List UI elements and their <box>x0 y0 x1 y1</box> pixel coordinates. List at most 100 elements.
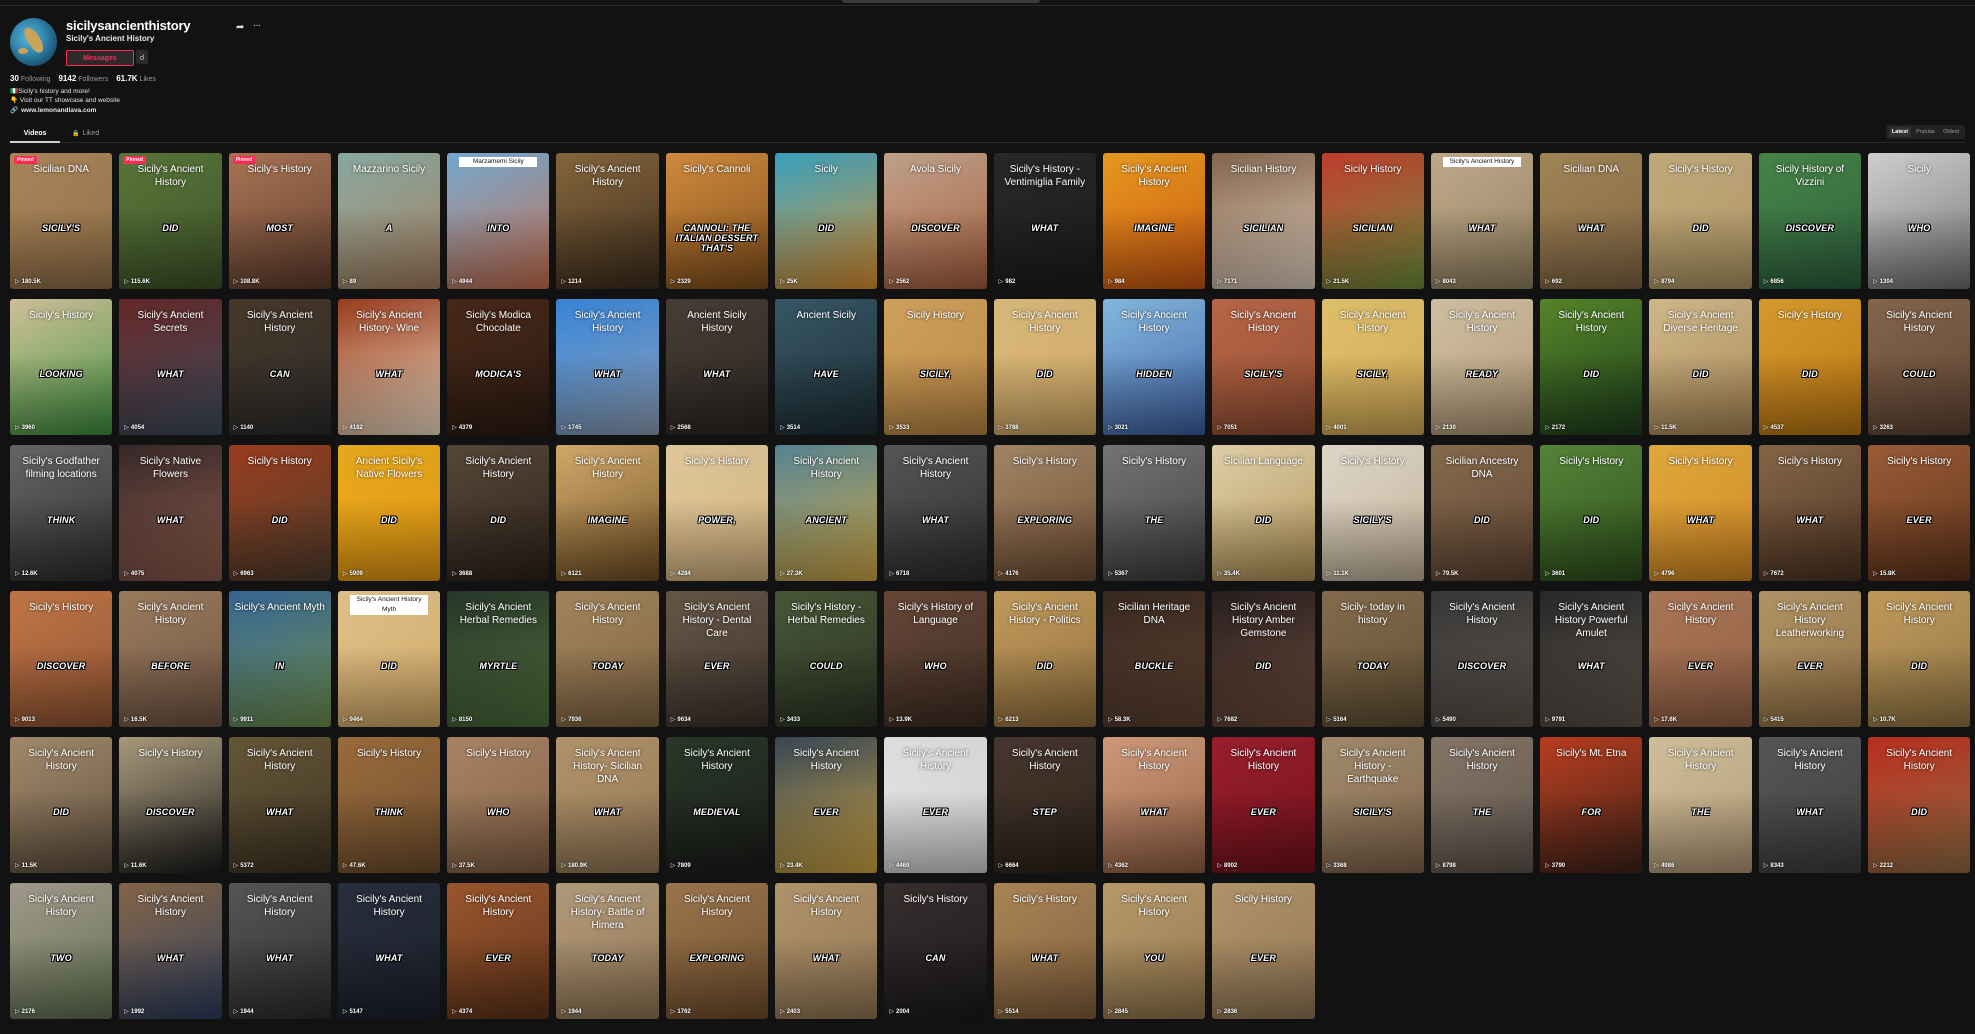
video-tile[interactable]: Ancient Sicily's Native Flowers DID ▷ 5909 <box>337 445 441 581</box>
video-tile[interactable]: Ancient Sicily History WHAT ▷ 2568 <box>665 299 769 435</box>
video-tile[interactable]: Sicily's Cannoli CANNOLI: THE ITALIAN DES… <box>665 153 769 289</box>
sort-latest[interactable]: Latest <box>1888 127 1912 137</box>
video-tile[interactable]: Sicily's History WHAT ▷ 4796 <box>1649 445 1752 581</box>
video-tile[interactable]: Sicily's Ancient History EVER ▷ 17.6K <box>1649 591 1752 727</box>
video-tile[interactable]: Sicily's Ancient History - Earthquake SIC… <box>1321 737 1424 873</box>
video-tile[interactable]: Sicily's Ancient History DID ▷ 3688 <box>447 445 550 581</box>
messages-button[interactable]: Messages <box>66 50 134 66</box>
video-tile[interactable]: Sicily's Ancient History BEFORE ▷ 16.5K <box>119 591 222 727</box>
video-tile[interactable]: Sicily's History DISCOVER ▷ 9013 <box>10 591 113 727</box>
suggested-accounts-button[interactable]: ☌ <box>136 50 148 64</box>
stat-following[interactable]: 30 Following <box>10 74 50 83</box>
video-tile[interactable]: Sicily's Ancient History EVER ▷ 4469 <box>884 737 987 873</box>
video-tile[interactable]: Sicily's Ancient History MEDIEVAL ▷ 7809 <box>665 737 769 873</box>
video-tile[interactable]: Sicily's Ancient History- Sicilian DNA WH… <box>556 737 659 873</box>
video-tile[interactable]: Pinned Sicily's Ancient History DID ▷ 115.6K <box>119 153 222 289</box>
video-tile[interactable]: Mazzarino Sicily A ▷ 89 <box>337 153 441 289</box>
video-tile[interactable]: Sicily's Ancient History DID ▷ 3788 <box>993 299 1096 435</box>
video-tile[interactable]: Sicily's Ancient History- Wine WHAT ▷ 4182 <box>337 299 441 435</box>
profile-avatar[interactable] <box>10 18 57 66</box>
video-tile[interactable]: Sicily's History DID ▷ 8794 <box>1649 153 1752 289</box>
video-tile[interactable]: Sicilian Language DID ▷ 35.4K <box>1212 445 1315 581</box>
video-tile[interactable]: Sicily's Ancient History Powerful Amulet… <box>1540 591 1643 727</box>
video-tile[interactable]: Sicily's Ancient History SICILY'S ▷ 7051 <box>1212 299 1315 435</box>
video-tile[interactable]: Sicily's History SICILY'S ▷ 11.1K <box>1321 445 1424 581</box>
video-tile[interactable]: Sicily's Ancient History Myth DID ▷ 9464 <box>337 591 441 727</box>
video-tile[interactable]: Sicily History SICILIAN ▷ 21.5K <box>1321 153 1424 289</box>
video-tile[interactable]: Sicily's Ancient History WHAT ▷ 5372 <box>228 737 331 873</box>
video-tile[interactable]: Sicily's Ancient Secrets WHAT ▷ 4054 <box>119 299 222 435</box>
video-tile[interactable]: Sicily's Ancient History SICILY, ▷ 4001 <box>1321 299 1424 435</box>
video-tile[interactable]: Sicily's History POWER, ▷ 4284 <box>665 445 769 581</box>
video-tile[interactable]: Sicily's Ancient History WHAT ▷ 1745 <box>556 299 659 435</box>
video-tile[interactable]: Sicilian DNA WHAT ▷ 692 <box>1540 153 1643 289</box>
video-tile[interactable]: Sicily's Ancient History Leatherworking E… <box>1758 591 1862 727</box>
video-tile[interactable]: Sicily's Ancient History YOU ▷ 2845 <box>1102 883 1206 1019</box>
video-tile[interactable]: Sicily's History THE ▷ 5367 <box>1102 445 1206 581</box>
video-tile[interactable]: Sicily's History LOOKING ▷ 3960 <box>10 299 113 435</box>
video-tile[interactable]: Sicily's Ancient History WHAT ▷ 6718 <box>884 445 987 581</box>
video-tile[interactable]: Sicily's Ancient History DISCOVER ▷ 5490 <box>1430 591 1534 727</box>
video-tile[interactable]: Sicily's Godfather filming locations THIN… <box>10 445 113 581</box>
video-tile[interactable]: Sicily's Ancient History IMAGINE ▷ 984 <box>1102 153 1206 289</box>
video-tile[interactable]: Sicily's Ancient History- Battle of Hime… <box>556 883 659 1019</box>
stat-followers[interactable]: 9142 Followers <box>58 74 108 83</box>
video-tile[interactable]: Sicily's Ancient History WHAT ▷ 4362 <box>1102 737 1206 873</box>
video-tile[interactable]: Sicily's Ancient Herbal Remedies MYRTLE ▷ 8… <box>447 591 550 727</box>
video-tile[interactable]: Sicily's History DID ▷ 6963 <box>228 445 331 581</box>
video-tile[interactable]: Sicilian Heritage DNA BUCKLE ▷ 58.3K <box>1102 591 1206 727</box>
video-tile[interactable]: Ancient Sicily HAVE ▷ 3514 <box>775 299 878 435</box>
video-tile[interactable]: Sicily's History WHAT ▷ 7672 <box>1758 445 1862 581</box>
video-tile[interactable]: Sicily DID ▷ 25K <box>775 153 878 289</box>
video-tile[interactable]: Sicily's Native Flowers WHAT ▷ 4075 <box>119 445 222 581</box>
share-icon[interactable]: ➦ <box>236 22 244 33</box>
video-tile[interactable]: Sicily's Ancient History Amber Gemstone D… <box>1212 591 1315 727</box>
video-tile[interactable]: Sicily's Ancient History WHAT ▷ 2403 <box>775 883 878 1019</box>
video-tile[interactable]: Sicily's Ancient History EVER ▷ 8902 <box>1212 737 1315 873</box>
video-tile[interactable]: Sicily's History EXPLORING ▷ 4176 <box>993 445 1096 581</box>
video-tile[interactable]: Sicily's History of Language WHO ▷ 13.9K <box>884 591 987 727</box>
video-tile[interactable]: Pinned Sicily's History MOST ▷ 108.8K <box>228 153 331 289</box>
video-tile[interactable]: Sicily- today in history TODAY ▷ 5164 <box>1321 591 1424 727</box>
video-tile[interactable]: Sicily's History WHAT ▷ 5514 <box>993 883 1096 1019</box>
tab-liked[interactable]: 🔒 Liked <box>72 126 99 141</box>
video-tile[interactable]: Sicily's Ancient History TODAY ▷ 7936 <box>556 591 659 727</box>
video-tile[interactable]: Sicilian History SICILIAN ▷ 7171 <box>1212 153 1315 289</box>
video-tile[interactable]: Sicily's Ancient History WHAT ▷ 8043 <box>1430 153 1534 289</box>
video-tile[interactable]: Sicily's Ancient History TWO ▷ 2176 <box>10 883 113 1019</box>
video-tile[interactable]: Sicily's Ancient History STEP ▷ 6664 <box>993 737 1096 873</box>
video-tile[interactable]: Sicily's Ancient History DID ▷ 10.7K <box>1868 591 1971 727</box>
video-tile[interactable]: Sicily's Ancient History THE ▷ 8798 <box>1430 737 1534 873</box>
video-tile[interactable]: Sicily WHO ▷ 1304 <box>1868 153 1971 289</box>
video-tile[interactable]: Sicily's History CAN ▷ 2004 <box>884 883 987 1019</box>
video-tile[interactable]: Sicily's Ancient History READY ▷ 2130 <box>1430 299 1534 435</box>
video-tile[interactable]: Sicily's Ancient History DID ▷ 2172 <box>1540 299 1643 435</box>
video-tile[interactable]: Sicily's History - Ventimiglia Family WHA… <box>993 153 1096 289</box>
video-tile[interactable]: Sicily's Ancient History DID ▷ 2212 <box>1868 737 1971 873</box>
video-tile[interactable]: Sicily's History - Herbal Remedies COULD ▷… <box>775 591 878 727</box>
profile-link[interactable]: 🔗 www.lemonandlava.com <box>10 106 96 114</box>
video-tile[interactable]: Sicily's Ancient History WHAT ▷ 5147 <box>337 883 441 1019</box>
sort-popular[interactable]: Popular <box>1913 127 1938 137</box>
video-tile[interactable]: Sicily History of Vizzini DISCOVER ▷ 6856 <box>1758 153 1862 289</box>
more-options-icon[interactable]: ··· <box>253 20 261 31</box>
video-tile[interactable]: Sicily's Ancient History - Politics DID ▷ 6… <box>993 591 1096 727</box>
video-tile[interactable]: Sicily's History DISCOVER ▷ 11.6K <box>119 737 222 873</box>
video-tile[interactable]: Sicily's Ancient History HIDDEN ▷ 3021 <box>1102 299 1206 435</box>
video-tile[interactable]: Sicily's Ancient History COULD ▷ 3263 <box>1868 299 1971 435</box>
video-tile[interactable]: Sicily's Ancient History - Dental Care EV… <box>665 591 769 727</box>
video-tile[interactable]: Marzamemi Sicily INTO ▷ 4944 <box>447 153 550 289</box>
video-tile[interactable]: Sicily's Ancient Myth IN ▷ 9911 <box>228 591 331 727</box>
video-tile[interactable]: Sicily's Ancient History EVER ▷ 4374 <box>447 883 550 1019</box>
video-tile[interactable]: Sicily's History DID ▷ 4537 <box>1758 299 1862 435</box>
video-tile[interactable]: Sicily's Ancient History ANCIENT ▷ 27.3K <box>775 445 878 581</box>
video-tile[interactable]: Sicily History SICILY, ▷ 3533 <box>884 299 987 435</box>
video-tile[interactable]: Sicily's History THINK ▷ 47.6K <box>337 737 441 873</box>
video-tile[interactable]: Sicily's Ancient History CAN ▷ 1140 <box>228 299 331 435</box>
video-tile[interactable]: Sicily's Ancient History DID ▷ 11.5K <box>10 737 113 873</box>
video-tile[interactable]: Sicily History EVER ▷ 2836 <box>1212 883 1315 1019</box>
video-tile[interactable]: Sicily's Ancient History WHAT ▷ 1944 <box>228 883 331 1019</box>
video-tile[interactable]: Sicily's Ancient Diverse Heritage DID ▷ 11.… <box>1649 299 1752 435</box>
video-tile[interactable]: Sicilian Ancestry DNA DID ▷ 79.5K <box>1430 445 1534 581</box>
video-tile[interactable]: Sicily's Ancient History EVER ▷ 23.4K <box>775 737 878 873</box>
